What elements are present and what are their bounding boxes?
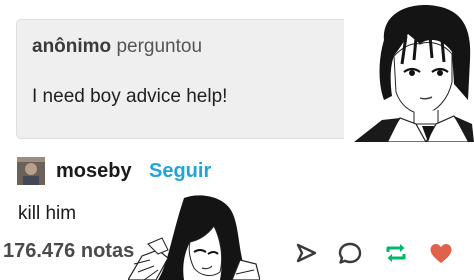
share-icon[interactable] [293,240,319,266]
like-icon[interactable] [428,240,454,266]
ask-question: I need boy advice help! [32,86,228,107]
manga-character-image [128,195,260,280]
reply-icon[interactable] [337,240,363,266]
username[interactable]: moseby [56,160,132,183]
follow-button[interactable]: Seguir [149,160,211,183]
asker-line: anônimo perguntou [32,36,202,58]
reblog-icon[interactable] [383,240,409,266]
manga-character-image [344,0,474,142]
answer-text: kill him [18,203,77,224]
avatar-image [17,157,45,185]
avatar[interactable] [17,157,45,185]
notes-count[interactable]: 176.476 notas [3,240,134,263]
asker-name: anônimo [32,36,112,57]
asker-verb: perguntou [116,36,203,57]
